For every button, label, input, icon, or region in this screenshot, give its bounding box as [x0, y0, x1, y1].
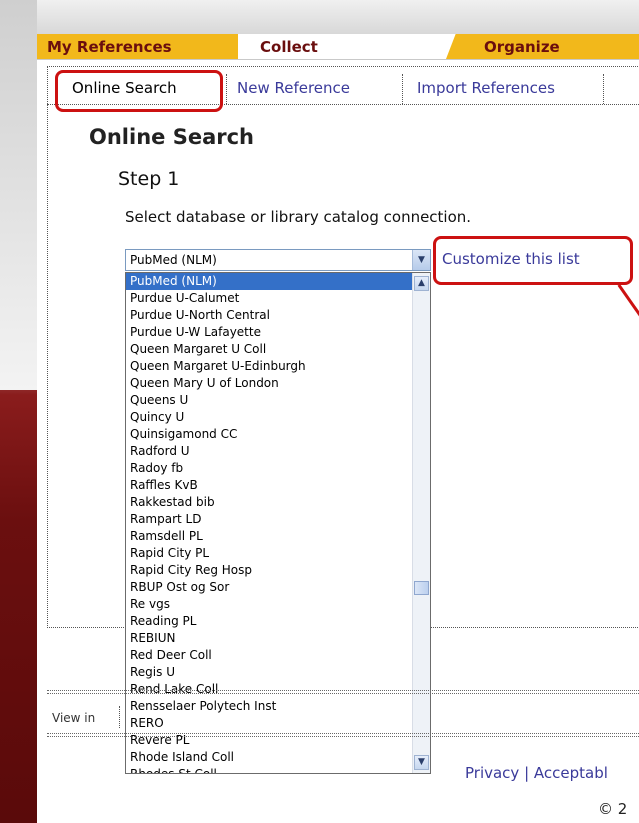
tab-collect[interactable]: Collect — [238, 34, 456, 59]
subtab-divider — [226, 74, 228, 104]
dropdown-option[interactable]: Rapid City PL — [126, 545, 430, 562]
left-background-fade — [0, 0, 37, 390]
top-band — [37, 0, 639, 34]
dropdown-option[interactable]: RERO — [126, 715, 430, 732]
dropdown-option[interactable]: Quinsigamond CC — [126, 426, 430, 443]
dropdown-option[interactable]: Radford U — [126, 443, 430, 460]
dropdown-option[interactable]: Red Deer Coll — [126, 647, 430, 664]
dropdown-option[interactable]: Regis U — [126, 664, 430, 681]
database-select[interactable]: PubMed (NLM) ▼ — [125, 249, 431, 271]
highlight-customize-link — [433, 236, 633, 285]
scroll-thumb[interactable] — [414, 581, 429, 595]
dropdown-option[interactable]: Queen Margaret U-Edinburgh — [126, 358, 430, 375]
privacy-link[interactable]: Privacy | Acceptabl — [465, 764, 608, 782]
footer-divider — [47, 693, 639, 694]
instruction-text: Select database or library catalog conne… — [125, 208, 472, 226]
copyright-text: © 2 — [598, 800, 628, 818]
dropdown-option[interactable]: Rensselaer Polytech Inst — [126, 698, 430, 715]
tab-organize[interactable]: Organize — [446, 34, 639, 59]
dropdown-option[interactable]: Rapid City Reg Hosp — [126, 562, 430, 579]
footer-divider — [47, 733, 639, 734]
dropdown-option[interactable]: Quincy U — [126, 409, 430, 426]
dropdown-option[interactable]: Revere PL — [126, 732, 430, 749]
dropdown-option[interactable]: Queen Mary U of London — [126, 375, 430, 392]
view-in-label: View in — [52, 711, 96, 725]
dropdown-option[interactable]: Queen Margaret U Coll — [126, 341, 430, 358]
dropdown-option[interactable]: Radoy fb — [126, 460, 430, 477]
scroll-up-icon[interactable]: ▲ — [414, 276, 429, 291]
dropdown-option[interactable]: Rhode Island Coll — [126, 749, 430, 766]
dropdown-options: PubMed (NLM) Purdue U-Calumet Purdue U-Nor… — [126, 273, 430, 773]
dropdown-option[interactable]: Rhodes St Coll — [126, 766, 430, 773]
tab-baseline — [37, 59, 639, 60]
dropdown-option[interactable]: REBIUN — [126, 630, 430, 647]
highlight-online-search — [55, 70, 223, 112]
dropdown-option[interactable]: Purdue U-W Lafayette — [126, 324, 430, 341]
chevron-down-icon[interactable]: ▼ — [412, 250, 430, 270]
dropdown-scrollbar[interactable]: ▲ ▼ — [412, 273, 430, 773]
subtab-divider — [402, 74, 404, 104]
dropdown-option[interactable]: Purdue U-Calumet — [126, 290, 430, 307]
subtab-new-reference[interactable]: New Reference — [237, 79, 350, 97]
dropdown-option[interactable]: Rampart LD — [126, 511, 430, 528]
database-dropdown-list[interactable]: PubMed (NLM) Purdue U-Calumet Purdue U-Nor… — [125, 272, 431, 774]
dropdown-option[interactable]: Raffles KvB — [126, 477, 430, 494]
dropdown-option[interactable]: RBUP Ost og Sor — [126, 579, 430, 596]
dropdown-option[interactable]: PubMed (NLM) — [126, 273, 430, 290]
dropdown-option[interactable]: Queens U — [126, 392, 430, 409]
tab-my-references[interactable]: My References — [37, 34, 247, 59]
dropdown-option[interactable]: Rakkestad bib — [126, 494, 430, 511]
step-label: Step 1 — [118, 168, 180, 190]
scroll-down-icon[interactable]: ▼ — [414, 755, 429, 770]
subtab-import-references[interactable]: Import References — [417, 79, 555, 97]
subtab-divider — [603, 74, 605, 104]
dropdown-option[interactable]: Reading PL — [126, 613, 430, 630]
footer-divider — [47, 736, 639, 737]
dropdown-option[interactable]: Ramsdell PL — [126, 528, 430, 545]
database-select-value: PubMed (NLM) — [130, 253, 217, 267]
footer-divider — [47, 690, 639, 691]
dropdown-option[interactable]: Purdue U-North Central — [126, 307, 430, 324]
view-in-divider — [119, 706, 120, 728]
dropdown-option[interactable]: Re vgs — [126, 596, 430, 613]
page-title: Online Search — [89, 125, 254, 149]
